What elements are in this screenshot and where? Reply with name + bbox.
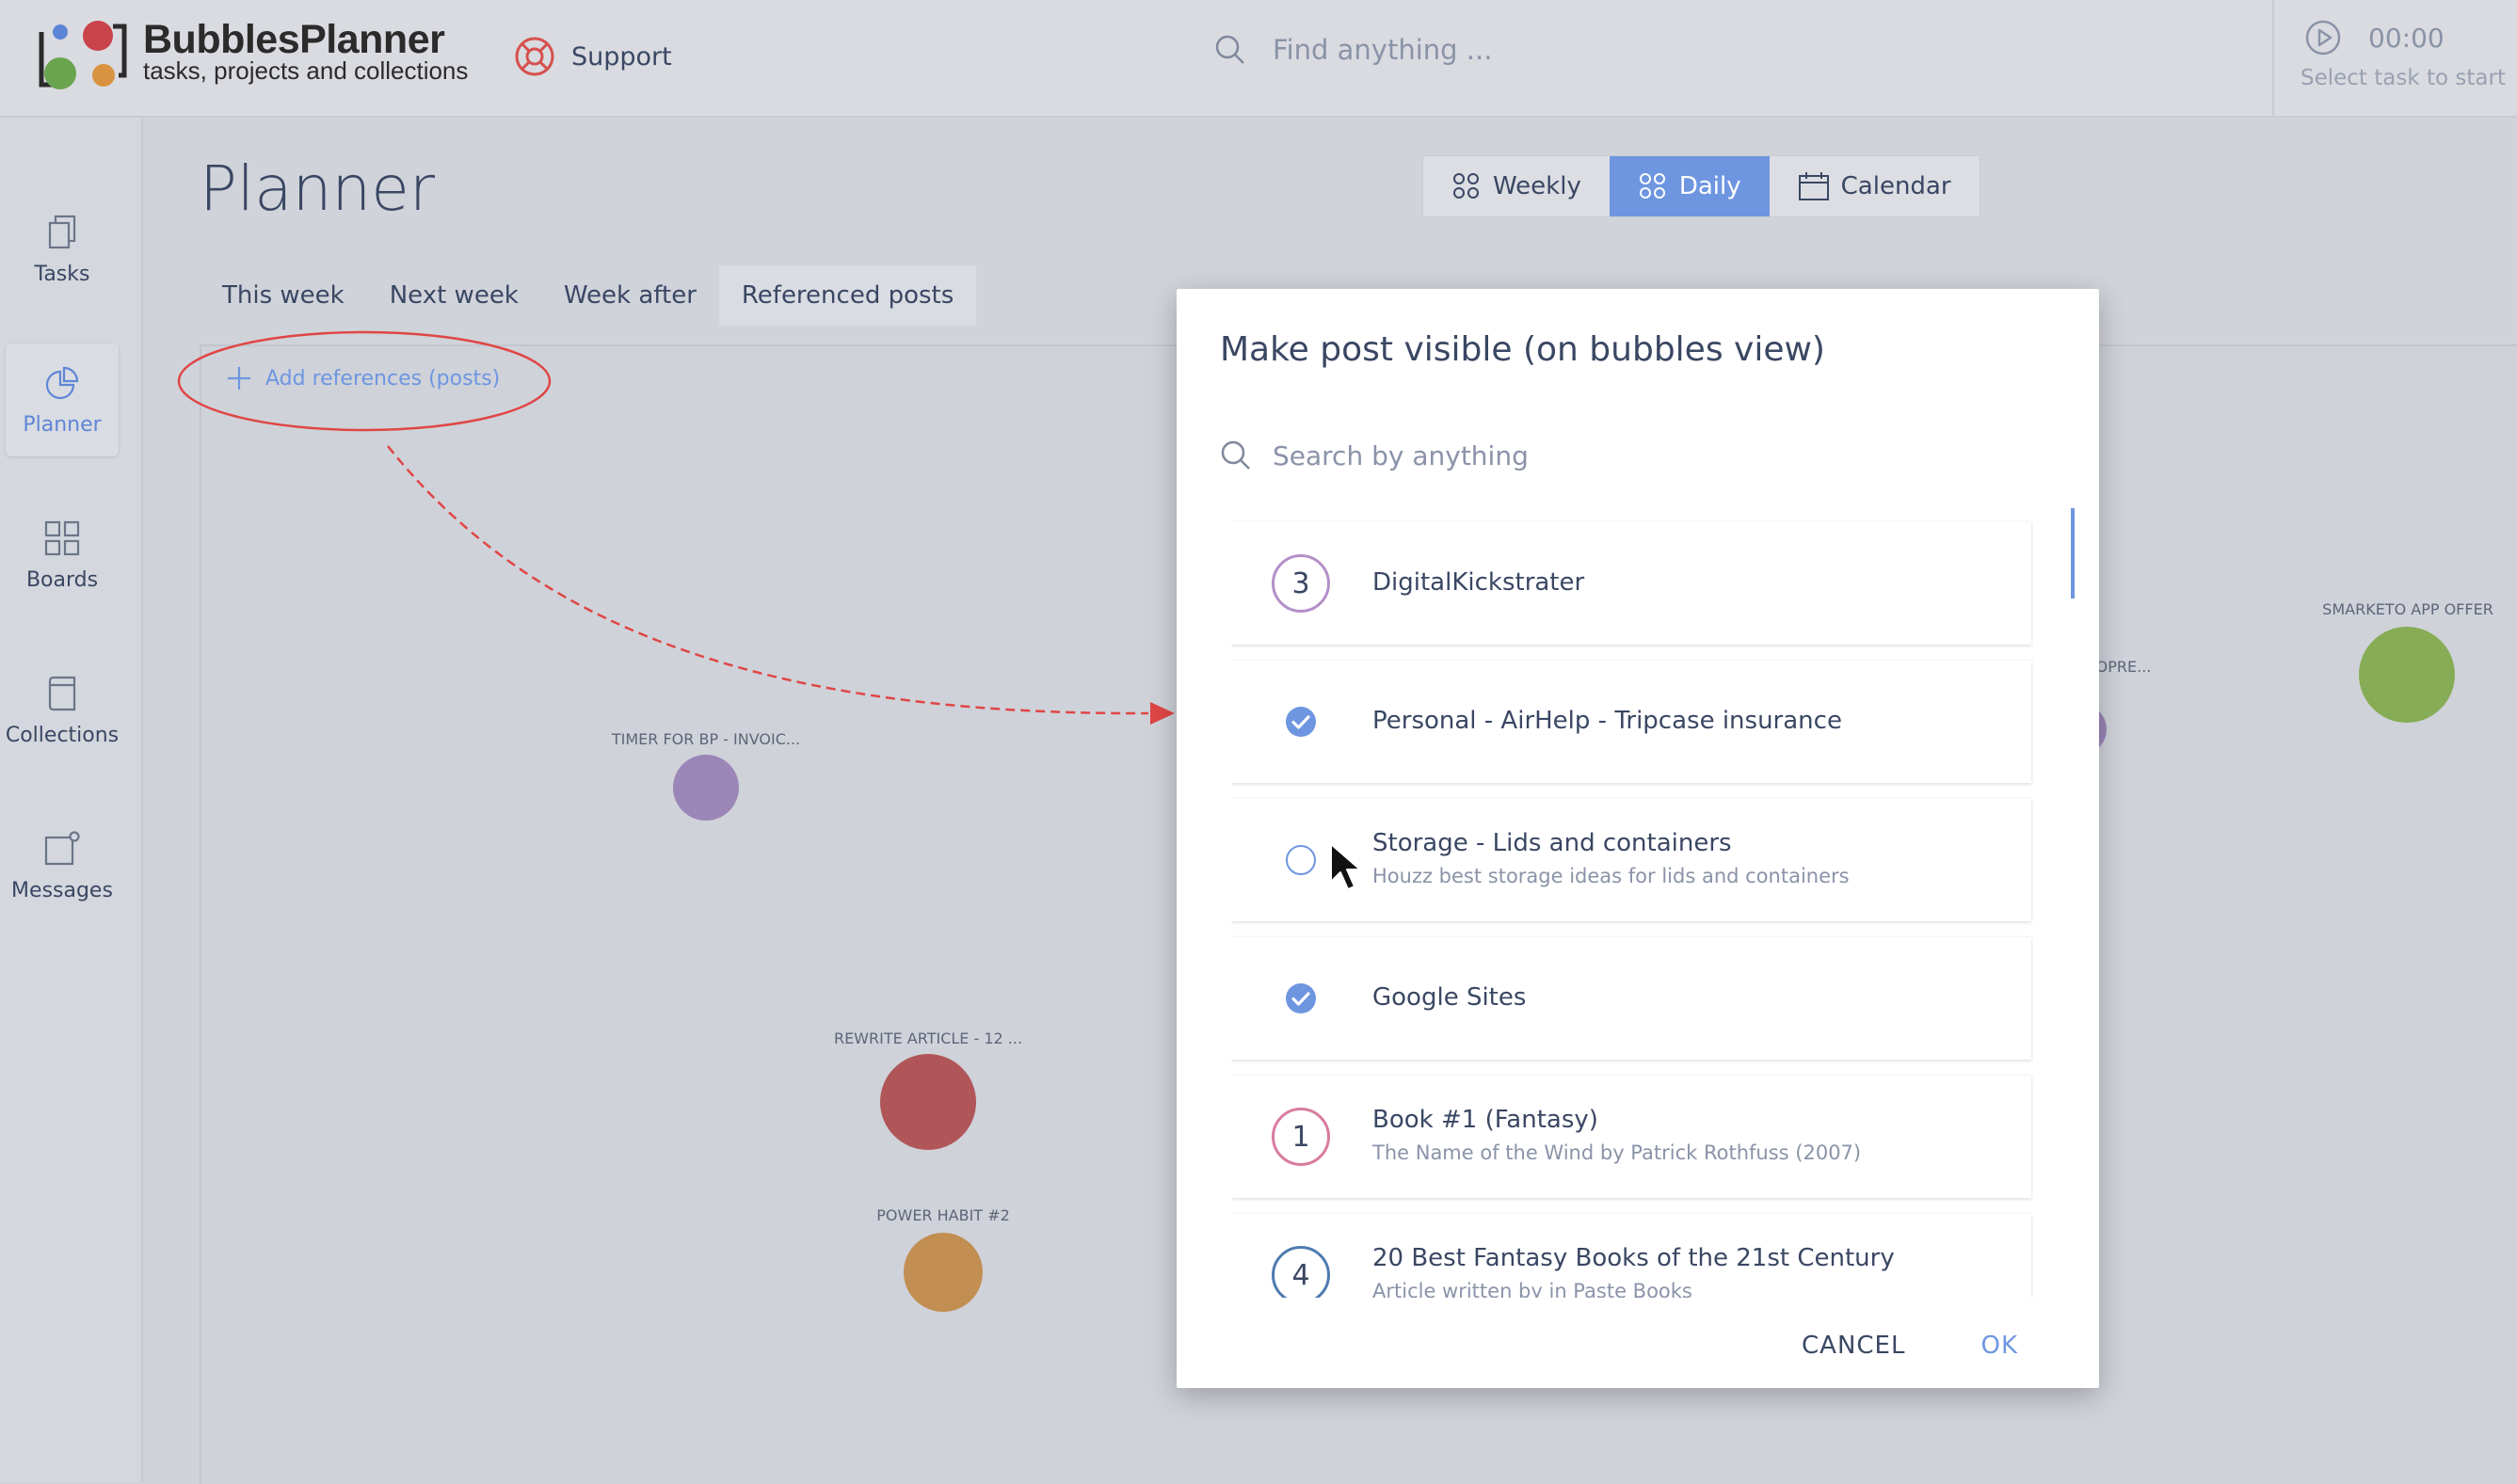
list-item-title: Storage - Lids and containers <box>1372 829 1732 857</box>
dialog-actions: CANCEL OK <box>1802 1332 2018 1360</box>
checked-circle-icon <box>1286 983 1316 1013</box>
annotation-ellipse <box>177 330 552 432</box>
list-item-title: Personal - AirHelp - Tripcase insurance <box>1372 707 1842 735</box>
list-item-title: Book #1 (Fantasy) <box>1372 1106 1598 1134</box>
number-badge: 4 <box>1272 1246 1330 1298</box>
number-badge: 3 <box>1272 554 1330 613</box>
dialog-search[interactable]: Search by anything <box>1220 439 1529 471</box>
checkbox[interactable] <box>1271 968 1331 1029</box>
dialog-search-input[interactable]: Search by anything <box>1273 440 1529 471</box>
arrow-head-icon <box>1150 702 1175 725</box>
number-badge-icon: 1 <box>1271 1107 1331 1167</box>
annotation-arrow <box>387 445 1149 715</box>
list-item-title: Google Sites <box>1372 983 1527 1012</box>
unchecked-circle-icon <box>1286 845 1316 875</box>
list-item-subtitle: Houzz best storage ideas for lids and co… <box>1372 865 1850 887</box>
ok-button[interactable]: OK <box>1980 1332 2018 1360</box>
mouse-cursor-icon <box>1330 843 1361 890</box>
make-post-visible-dialog: Make post visible (on bubbles view) Sear… <box>1177 289 2099 1388</box>
list-item-title: DigitalKickstrater <box>1372 568 1585 597</box>
list-item[interactable]: 4 20 Best Fantasy Books of the 21st Cent… <box>1231 1214 2031 1298</box>
checkbox[interactable] <box>1271 830 1331 890</box>
list-item[interactable]: Google Sites <box>1231 937 2031 1060</box>
number-badge-icon: 4 <box>1271 1245 1331 1298</box>
list-item-subtitle: Article written by in Paste Books <box>1372 1280 1692 1298</box>
number-badge-icon: 3 <box>1271 553 1331 614</box>
list-item[interactable]: Personal - AirHelp - Tripcase insurance <box>1231 661 2031 783</box>
checked-circle-icon <box>1286 707 1316 737</box>
post-list: 3 DigitalKickstrater Personal - AirHelp … <box>1231 515 2033 1298</box>
number-badge: 1 <box>1272 1108 1330 1166</box>
list-scrollbar[interactable] <box>2071 508 2075 598</box>
list-item[interactable]: 3 DigitalKickstrater <box>1231 522 2031 645</box>
checkbox[interactable] <box>1271 692 1331 752</box>
cancel-button[interactable]: CANCEL <box>1802 1332 1905 1360</box>
search-icon <box>1221 440 1250 470</box>
list-item-subtitle: The Name of the Wind by Patrick Rothfuss… <box>1372 1141 1862 1164</box>
list-item[interactable]: 1 Book #1 (Fantasy) The Name of the Wind… <box>1231 1076 2031 1198</box>
list-item-title: 20 Best Fantasy Books of the 21st Centur… <box>1372 1244 1895 1272</box>
dialog-title: Make post visible (on bubbles view) <box>1220 330 1825 369</box>
